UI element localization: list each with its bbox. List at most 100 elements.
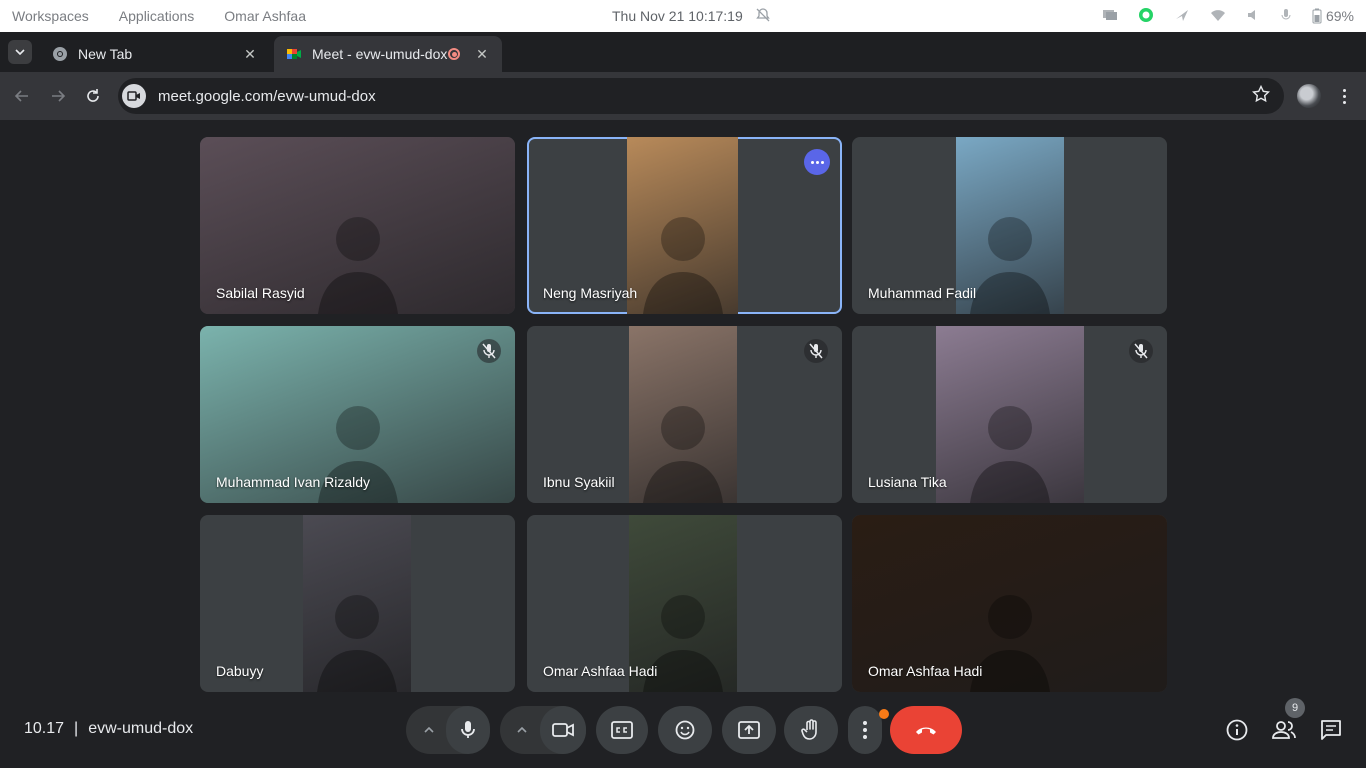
raise-hand-button[interactable] xyxy=(784,706,838,754)
more-options-button[interactable] xyxy=(848,706,882,754)
participant-name: Dabuyy xyxy=(216,663,264,679)
person-silhouette-icon xyxy=(970,406,1050,503)
tab-search-button[interactable] xyxy=(8,40,32,64)
separator: | xyxy=(74,720,79,737)
meeting-details-button[interactable] xyxy=(1224,717,1250,743)
meeting-info: 10.17 | evw-umud-dox xyxy=(24,720,193,738)
microphone-button[interactable] xyxy=(446,706,490,754)
present-screen-button[interactable] xyxy=(722,706,776,754)
microphone-icon[interactable] xyxy=(1280,8,1292,25)
person-silhouette-icon xyxy=(643,406,723,503)
tab-title: New Tab xyxy=(78,46,133,62)
camera-button[interactable] xyxy=(540,706,586,754)
participant-name: Ibnu Syakiil xyxy=(543,474,615,490)
address-bar[interactable]: meet.google.com/evw-umud-dox xyxy=(118,78,1284,114)
emoji-icon xyxy=(675,720,695,740)
participant-tile[interactable]: Muhammad Ivan Rizaldy xyxy=(200,326,515,503)
screen-share-icon[interactable] xyxy=(1102,8,1118,25)
participant-name: Omar Ashfaa Hadi xyxy=(868,663,983,679)
recording-icon xyxy=(448,48,460,60)
participant-tile[interactable]: Omar Ashfaa Hadi xyxy=(852,515,1167,692)
tab-new-tab[interactable]: New Tab ✕ xyxy=(40,36,270,72)
site-info-icon[interactable] xyxy=(122,84,146,108)
audio-options-button[interactable] xyxy=(417,718,441,742)
meet-icon xyxy=(287,49,301,59)
user-menu[interactable]: Omar Ashfaa xyxy=(224,8,306,24)
notification-dot xyxy=(879,709,889,719)
participant-tile[interactable]: Omar Ashfaa Hadi xyxy=(527,515,842,692)
arrow-left-icon xyxy=(14,90,28,102)
notifications-off-icon xyxy=(755,7,771,26)
captions-button[interactable] xyxy=(596,706,648,754)
mic-off-icon xyxy=(1129,339,1153,363)
leave-call-button[interactable] xyxy=(890,706,962,754)
volume-icon[interactable] xyxy=(1246,8,1260,25)
person-silhouette-icon xyxy=(317,595,397,692)
meeting-time: 10.17 xyxy=(24,720,65,737)
profile-avatar[interactable] xyxy=(1297,84,1321,108)
workspaces-menu[interactable]: Workspaces xyxy=(12,8,89,24)
arrow-right-icon xyxy=(52,90,66,102)
browser-toolbar: meet.google.com/evw-umud-dox xyxy=(0,72,1366,120)
present-icon xyxy=(738,721,760,739)
url-text[interactable]: meet.google.com/evw-umud-dox xyxy=(158,88,1252,105)
mic-off-icon xyxy=(804,339,828,363)
tab-title: Meet - evw-umud-dox xyxy=(312,46,448,62)
meeting-code: evw-umud-dox xyxy=(88,720,194,737)
applications-menu[interactable]: Applications xyxy=(119,8,195,24)
chrome-icon xyxy=(53,47,67,61)
participant-tile[interactable]: Dabuyy xyxy=(200,515,515,692)
close-tab-icon[interactable]: ✕ xyxy=(474,46,490,62)
participant-tile[interactable]: Sabilal Rasyid xyxy=(200,137,515,314)
clock[interactable]: Thu Nov 21 10:17:19 xyxy=(612,8,743,24)
participant-tile[interactable]: Neng Masriyah xyxy=(527,137,842,314)
bookmark-star-icon[interactable] xyxy=(1251,84,1271,108)
captions-icon xyxy=(611,721,633,739)
chevron-up-icon xyxy=(424,727,434,733)
person-silhouette-icon xyxy=(970,217,1050,314)
participant-name: Neng Masriyah xyxy=(543,285,638,301)
chat-icon xyxy=(1321,720,1341,740)
participant-tile[interactable]: Ibnu Syakiil xyxy=(527,326,842,503)
microphone-icon xyxy=(461,721,475,738)
chevron-up-icon xyxy=(517,727,527,733)
os-top-bar: Workspaces Applications Omar Ashfaa Thu … xyxy=(0,0,1366,32)
participant-name: Muhammad Fadil xyxy=(868,285,977,301)
person-silhouette-icon xyxy=(642,217,723,314)
battery-icon xyxy=(1312,8,1322,24)
hang-up-icon xyxy=(916,727,936,735)
back-button[interactable] xyxy=(10,84,34,108)
info-icon xyxy=(1226,719,1248,741)
mic-off-icon xyxy=(477,339,501,363)
close-tab-icon[interactable]: ✕ xyxy=(242,46,258,62)
reload-icon xyxy=(87,89,99,102)
participant-tile[interactable]: Lusiana Tika xyxy=(852,326,1167,503)
participant-tile[interactable]: Muhammad Fadil xyxy=(852,137,1167,314)
participant-name: Sabilal Rasyid xyxy=(216,285,305,301)
people-button[interactable] xyxy=(1271,717,1297,743)
battery-level: 69% xyxy=(1325,8,1354,24)
wifi-icon[interactable] xyxy=(1210,8,1226,25)
forward-button[interactable] xyxy=(46,84,70,108)
reactions-button[interactable] xyxy=(658,706,712,754)
participant-name: Omar Ashfaa Hadi xyxy=(543,663,658,679)
whatsapp-icon[interactable] xyxy=(1138,7,1154,26)
tab-strip: New Tab ✕ Meet - evw-umud-dox ✕ + xyxy=(0,32,1366,93)
participant-name: Muhammad Ivan Rizaldy xyxy=(216,474,371,490)
tile-options-button[interactable] xyxy=(804,149,830,175)
participant-count-badge: 9 xyxy=(1285,698,1305,718)
chevron-down-icon xyxy=(15,49,25,55)
chat-button[interactable] xyxy=(1318,717,1344,743)
camera-icon xyxy=(552,723,574,737)
participant-name: Lusiana Tika xyxy=(868,474,947,490)
person-silhouette-icon xyxy=(317,217,398,314)
battery-indicator[interactable]: 69% xyxy=(1312,8,1354,24)
people-icon xyxy=(1272,721,1296,739)
tab-meet[interactable]: Meet - evw-umud-dox ✕ xyxy=(274,36,502,72)
browser-menu-button[interactable] xyxy=(1334,84,1354,108)
video-options-button[interactable] xyxy=(510,718,534,742)
hand-icon xyxy=(801,719,817,740)
more-vert-icon xyxy=(863,721,867,739)
bird-app-icon[interactable] xyxy=(1174,7,1190,26)
reload-button[interactable] xyxy=(81,84,105,108)
